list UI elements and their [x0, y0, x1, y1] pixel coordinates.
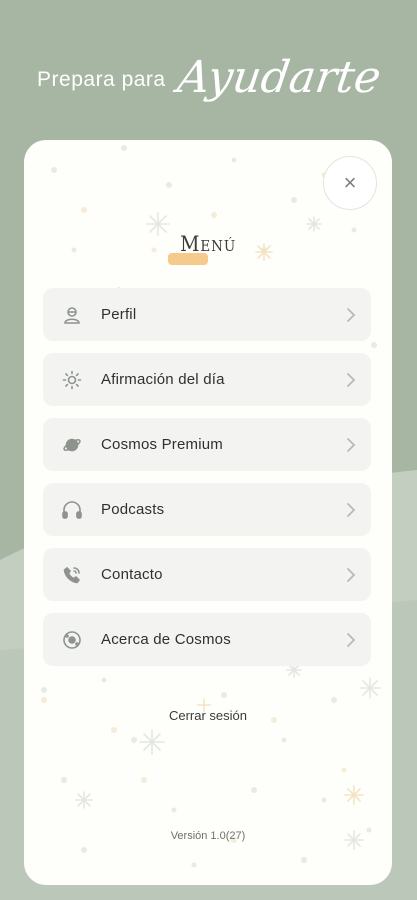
- menu-item-label: Contacto: [101, 566, 163, 583]
- headline-lead: Prepara para: [37, 68, 166, 91]
- cosmos-icon: [43, 630, 101, 650]
- close-button[interactable]: ×: [323, 156, 377, 210]
- menu-title-text: Menú: [180, 232, 236, 256]
- menu-item-label: Podcasts: [101, 501, 165, 518]
- logout-button[interactable]: Cerrar sesión: [24, 708, 392, 723]
- menu-item-afirmacion[interactable]: Afirmación del día: [43, 353, 371, 406]
- menu-item-perfil[interactable]: Perfil: [43, 288, 371, 341]
- headline-script: Ayudarte: [174, 52, 384, 103]
- version-text: Versión 1.0(27): [170, 830, 246, 842]
- menu-list: Perfil Afirmación del día Cosmos Premium…: [43, 288, 371, 678]
- chevron-right-icon: [331, 372, 371, 388]
- chevron-right-icon: [331, 437, 371, 453]
- menu-item-label: Perfil: [101, 306, 137, 323]
- menu-item-acerca[interactable]: Acerca de Cosmos: [43, 613, 371, 666]
- phone-icon: [43, 565, 101, 585]
- menu-item-premium[interactable]: Cosmos Premium: [43, 418, 371, 471]
- chevron-right-icon: [331, 502, 371, 518]
- chevron-right-icon: [331, 632, 371, 648]
- menu-item-podcasts[interactable]: Podcasts: [43, 483, 371, 536]
- menu-title: Menú: [24, 232, 392, 272]
- menu-card: × Menú Perfil Afirmación del día Cosmos …: [24, 140, 392, 885]
- menu-item-label: Afirmación del día: [101, 371, 225, 388]
- planet-icon: [43, 435, 101, 455]
- menu-item-label: Cosmos Premium: [101, 436, 223, 453]
- chevron-right-icon: [331, 307, 371, 323]
- menu-item-contacto[interactable]: Contacto: [43, 548, 371, 601]
- chevron-right-icon: [331, 567, 371, 583]
- headline: Prepara para Ayudarte: [0, 40, 417, 120]
- menu-item-label: Acerca de Cosmos: [101, 631, 231, 648]
- profile-icon: [43, 305, 101, 325]
- close-icon: ×: [343, 170, 357, 195]
- headphones-icon: [43, 500, 101, 520]
- sun-icon: [43, 370, 101, 390]
